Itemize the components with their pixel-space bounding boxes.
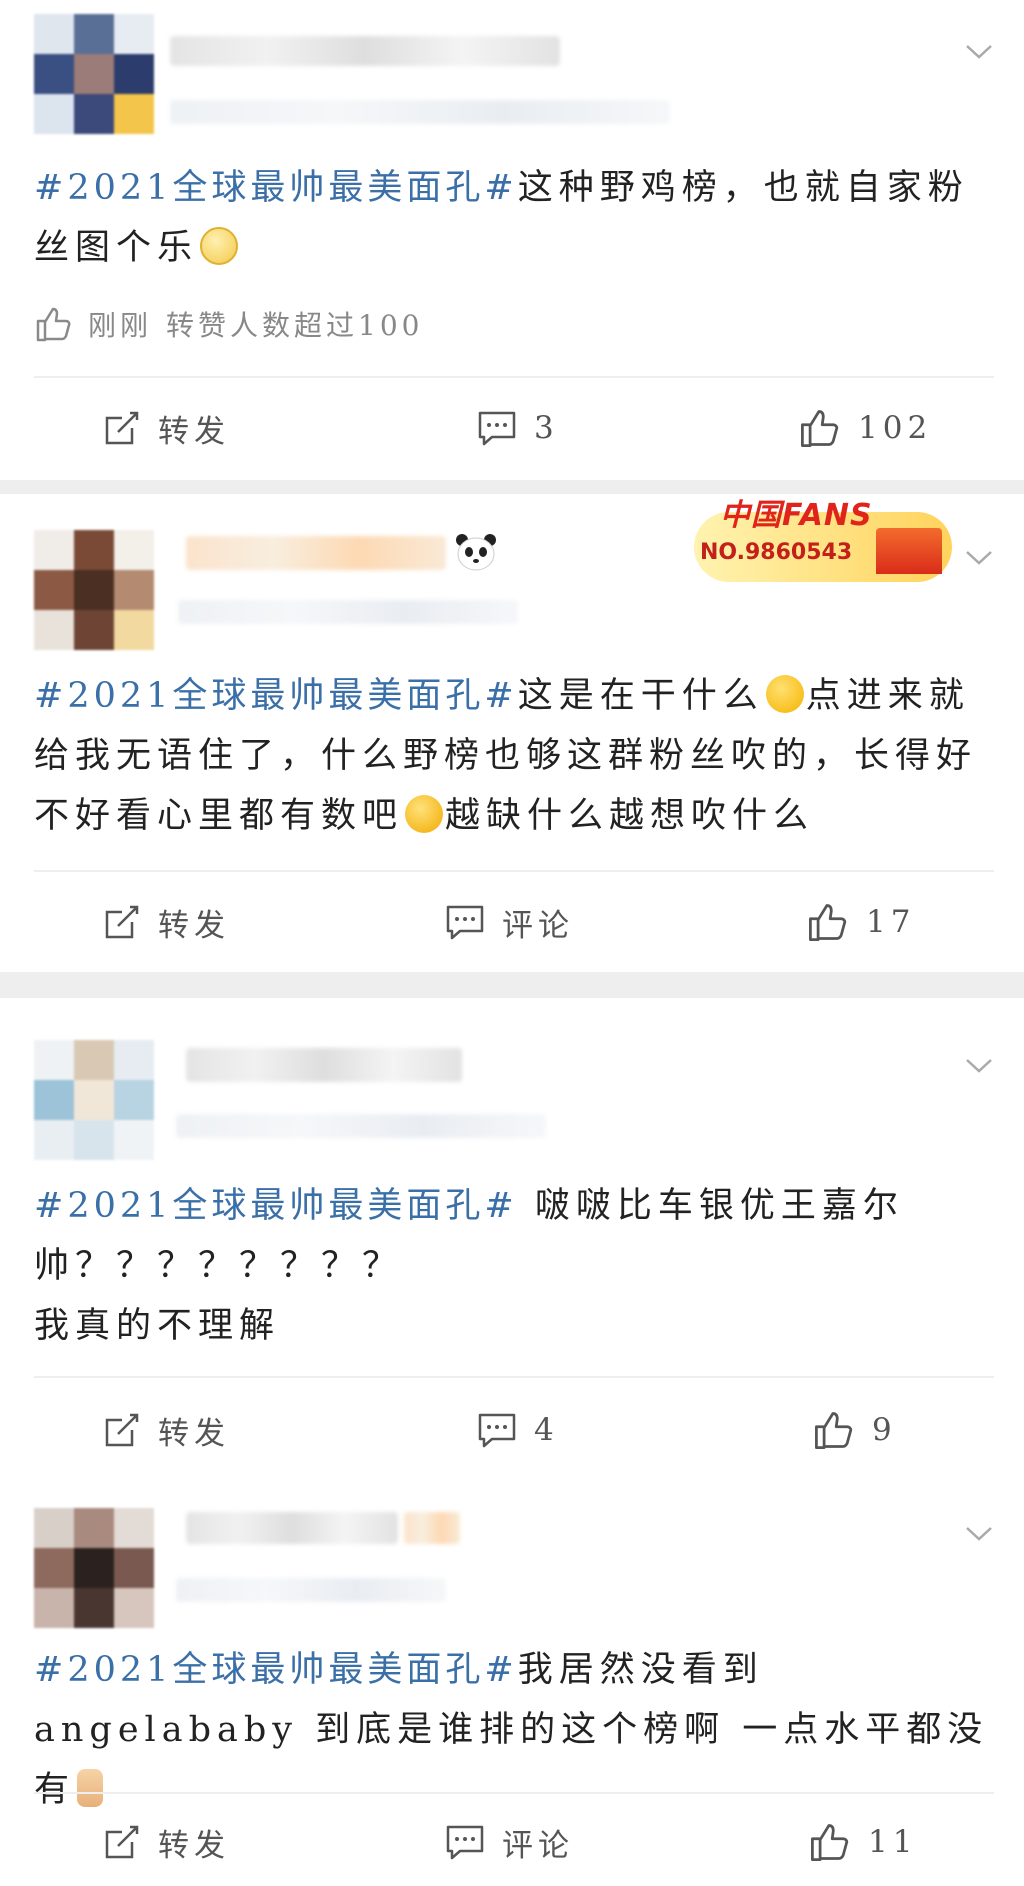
post-text-part: 帅？？？？？？？？: [34, 1246, 404, 1286]
badge-brand: 中国FANS: [720, 498, 873, 533]
meta-note: 转赞人数超过100: [166, 309, 424, 342]
comment-count: 4: [534, 1412, 559, 1448]
chevron-down-icon[interactable]: [964, 36, 994, 66]
like-count: 102: [858, 410, 933, 446]
repost-button[interactable]: 转发: [102, 892, 230, 952]
thumbs-up-emoji: [77, 1769, 104, 1807]
comment-count: 3: [534, 410, 559, 446]
repost-button[interactable]: 转发: [102, 398, 230, 458]
comment-label: 评论: [502, 907, 574, 944]
gate-icon: [876, 528, 942, 574]
post-body: #2021全球最帅最美面孔#这是在干什么 点进来就给我无语住了，什么野榜也够这群粉…: [34, 666, 994, 846]
repost-label: 转发: [158, 1415, 230, 1452]
chevron-down-icon[interactable]: [964, 1518, 994, 1548]
repost-icon: [105, 1413, 139, 1447]
fans-badge: 中国FANS NO.9860543: [680, 484, 956, 588]
post-time-blurred: [176, 1114, 546, 1138]
avatar[interactable]: [34, 530, 154, 650]
divider: [34, 1376, 994, 1378]
post-text-part: 啵啵比车银优王嘉尔: [517, 1186, 904, 1226]
sweat-smile-emoji: [765, 675, 804, 713]
mask-emoji: [200, 227, 239, 265]
like-button[interactable]: 9: [812, 1400, 897, 1460]
like-count: 9: [872, 1412, 897, 1448]
post-time-blurred: [178, 600, 518, 624]
chevron-down-icon[interactable]: [964, 542, 994, 572]
comment-icon: [478, 411, 516, 446]
comment-button[interactable]: 评论: [444, 892, 574, 952]
meta-time: 刚刚: [88, 309, 153, 342]
post-time-blurred: [170, 100, 670, 124]
avatar[interactable]: [34, 14, 154, 134]
username-blurred[interactable]: [186, 536, 446, 570]
hashtag-link[interactable]: #2021全球最帅最美面孔#: [34, 1186, 518, 1226]
hashtag-link[interactable]: #2021全球最帅最美面孔#: [34, 168, 518, 208]
like-button[interactable]: 102: [798, 398, 932, 458]
divider: [34, 376, 994, 378]
like-button[interactable]: 11: [808, 1812, 917, 1872]
comment-icon: [446, 1825, 484, 1860]
like-count: 11: [868, 1824, 918, 1860]
badge-number: NO.9860543: [700, 540, 853, 565]
post-2: 中国FANS NO.9860543 #2021全球最帅最美面孔#这是在干什么 点进…: [0, 494, 1024, 972]
comment-icon: [478, 1413, 516, 1448]
username-blurred[interactable]: [186, 1512, 398, 1544]
post-text-part: 这是在干什么: [517, 676, 764, 716]
avatar[interactable]: [34, 1040, 154, 1160]
thumbs-up-icon: [815, 1412, 853, 1449]
like-meta: 刚刚 转赞人数超过100: [34, 304, 423, 344]
post-text-part: 我真的不理解: [34, 1306, 281, 1346]
thumbs-up-icon: [36, 307, 71, 342]
comment-icon: [446, 905, 484, 940]
post-time-blurred: [176, 1578, 446, 1602]
post-body: #2021全球最帅最美面孔#这种野鸡榜，也就自家粉丝图个乐: [34, 158, 994, 278]
action-bar: 转发 3 102: [0, 398, 1024, 458]
post-1: #2021全球最帅最美面孔#这种野鸡榜，也就自家粉丝图个乐 刚刚 转赞人数超过1…: [0, 0, 1024, 480]
post-4: #2021全球最帅最美面孔#我居然没看到angelababy 到底是谁排的这个榜…: [0, 1490, 1024, 1886]
divider: [34, 870, 994, 872]
comment-button[interactable]: 评论: [444, 1812, 574, 1872]
repost-icon: [105, 905, 139, 939]
post-text-part: 越缺什么越想吹什么: [445, 796, 815, 836]
thumbs-up-icon: [809, 904, 847, 941]
action-bar: 转发 评论 11: [0, 1812, 1024, 1872]
repost-label: 转发: [158, 1827, 230, 1864]
comment-button[interactable]: 3: [476, 398, 559, 458]
thumbs-up-icon: [801, 410, 839, 447]
like-count: 17: [866, 904, 916, 940]
username-blurred[interactable]: [170, 36, 560, 66]
repost-icon: [105, 1825, 139, 1859]
chevron-down-icon[interactable]: [964, 1050, 994, 1080]
repost-label: 转发: [158, 907, 230, 944]
repost-button[interactable]: 转发: [102, 1400, 230, 1460]
avatar[interactable]: [34, 1508, 154, 1628]
like-button[interactable]: 17: [806, 892, 915, 952]
vip-badge-blurred: [404, 1512, 460, 1544]
hashtag-link[interactable]: #2021全球最帅最美面孔#: [34, 676, 518, 716]
thumbs-up-icon: [811, 1824, 849, 1861]
repost-label: 转发: [158, 413, 230, 450]
post-body: #2021全球最帅最美面孔# 啵啵比车银优王嘉尔 帅？？？？？？？？ 我真的不理…: [34, 1176, 994, 1356]
crying-emoji: [405, 795, 444, 833]
divider: [34, 1792, 994, 1794]
post-3: #2021全球最帅最美面孔# 啵啵比车银优王嘉尔 帅？？？？？？？？ 我真的不理…: [0, 998, 1024, 1490]
repost-icon: [105, 411, 139, 445]
comment-button[interactable]: 4: [476, 1400, 559, 1460]
repost-button[interactable]: 转发: [102, 1812, 230, 1872]
hashtag-link[interactable]: #2021全球最帅最美面孔#: [34, 1650, 518, 1690]
username-blurred[interactable]: [186, 1048, 462, 1082]
comment-label: 评论: [502, 1827, 574, 1864]
action-bar: 转发 4 9: [0, 1400, 1024, 1460]
action-bar: 转发 评论 17: [0, 892, 1024, 952]
section-divider: [0, 972, 1024, 998]
panda-icon: [454, 532, 498, 572]
